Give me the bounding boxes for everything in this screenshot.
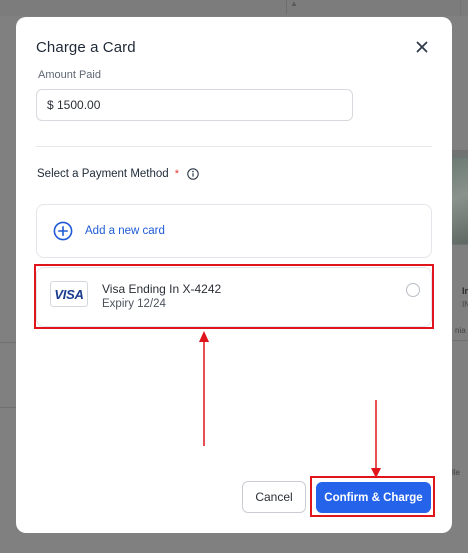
required-marker: *: [174, 168, 179, 180]
modal-title: Charge a Card: [36, 39, 136, 56]
plus-circle-icon: [53, 221, 73, 241]
close-icon: [416, 41, 428, 53]
background-text: IN: [462, 300, 468, 309]
background-divider: [460, 0, 461, 16]
background-text: In: [462, 286, 468, 296]
info-icon[interactable]: [187, 168, 199, 180]
background-topbar: [0, 0, 468, 16]
section-divider: [36, 146, 432, 147]
annotation-highlight-confirm: [310, 476, 435, 517]
chevron-up-icon: ▲: [290, 0, 298, 8]
background-text: nia: [455, 326, 466, 335]
background-photo: [452, 158, 468, 244]
annotation-highlight-card: [34, 264, 434, 329]
background-divider: [452, 150, 468, 151]
payment-method-header: Select a Payment Method *: [37, 168, 199, 180]
add-new-card-label: Add a new card: [85, 225, 165, 237]
background-text: lle: [452, 468, 461, 477]
background-divider: [286, 0, 287, 14]
add-new-card-option[interactable]: Add a new card: [36, 204, 432, 258]
close-button[interactable]: [412, 37, 432, 57]
background-divider: [452, 340, 468, 341]
background-divider: [0, 407, 16, 408]
background-divider: [0, 342, 16, 343]
amount-input[interactable]: [36, 89, 353, 121]
cancel-button[interactable]: Cancel: [242, 481, 306, 513]
payment-method-label: Select a Payment Method: [37, 168, 169, 180]
amount-label: Amount Paid: [38, 69, 101, 81]
